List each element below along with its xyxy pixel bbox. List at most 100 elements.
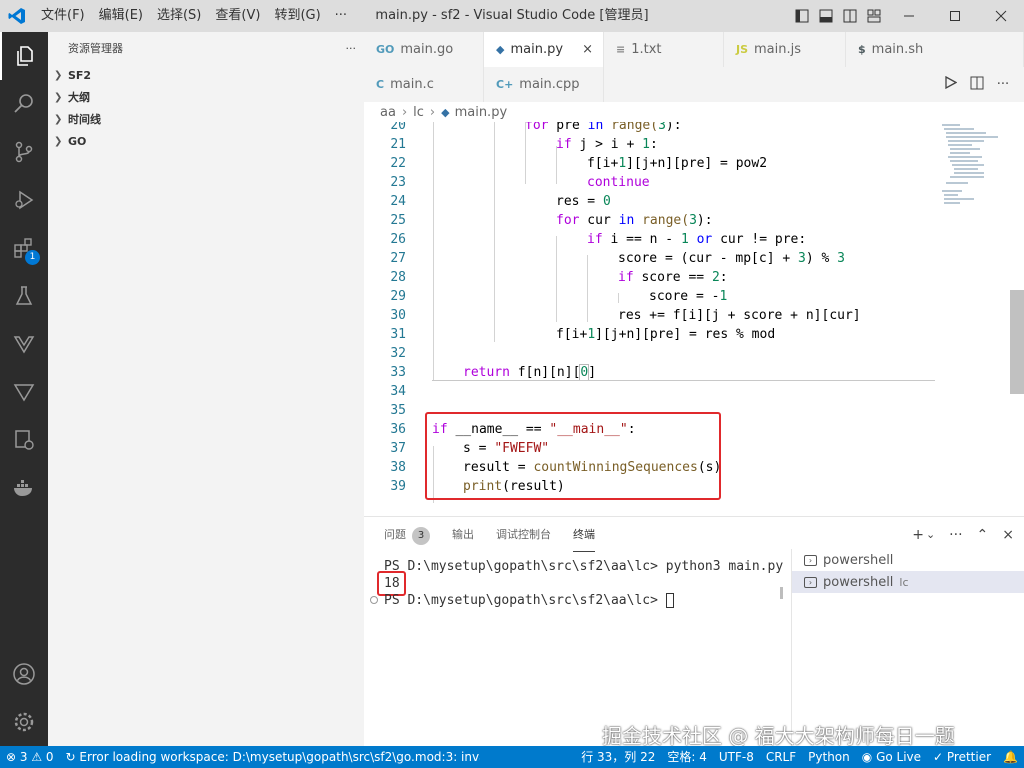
new-terminal-icon[interactable]: + xyxy=(912,527,924,543)
customize-layout-icon[interactable] xyxy=(862,0,886,32)
breadcrumb-folder-aa[interactable]: aa xyxy=(380,105,396,120)
terminal-item-powershell-1[interactable]: › powershell xyxy=(792,549,1024,571)
tab-main-go[interactable]: GO main.go xyxy=(364,32,484,67)
go-file-icon: GO xyxy=(376,43,395,56)
explorer-icon[interactable] xyxy=(0,32,48,80)
tab-main-py[interactable]: ◆ main.py × xyxy=(484,32,604,67)
command-decoration-icon xyxy=(370,596,378,604)
code-line-21: 21 if j > i + 1: xyxy=(390,137,658,152)
code-line-20: 20 for pre in range(3): xyxy=(390,122,682,133)
code-line-25: 25 for cur in range(3): xyxy=(390,213,713,228)
toggle-secondary-sidebar-icon[interactable] xyxy=(838,0,862,32)
extensions-icon[interactable]: 1 xyxy=(0,224,48,272)
maximize-panel-icon[interactable]: ⌃ xyxy=(977,527,989,543)
source-control-icon[interactable] xyxy=(0,128,48,176)
run-debug-icon[interactable] xyxy=(0,176,48,224)
vscode-logo-icon xyxy=(0,0,34,32)
sidebar-section-outline[interactable]: ❯ 大纲 xyxy=(48,86,364,108)
menu-selection[interactable]: 选择(S) xyxy=(150,0,208,32)
panel-more-icon[interactable]: ··· xyxy=(949,527,962,543)
tab-label: main.js xyxy=(754,42,802,57)
code-line-28: 28 if score == 2: xyxy=(390,270,728,285)
terminal-item-powershell-2[interactable]: › powershell lc xyxy=(792,571,1024,593)
settings-gear-icon[interactable] xyxy=(0,698,48,746)
testing-icon[interactable] xyxy=(0,272,48,320)
status-cursor-position[interactable]: 行 33，列 22 xyxy=(575,746,661,768)
run-file-icon[interactable] xyxy=(938,75,964,93)
tab-problems[interactable]: 问题 3 xyxy=(384,517,430,552)
terminal-line-prompt[interactable]: PS D:\mysetup\gopath\src\sf2\aa\lc> xyxy=(384,593,674,608)
code-line-29: 29 score = -1 xyxy=(390,289,728,304)
section-label: GO xyxy=(68,134,87,148)
code-line-32: 32 xyxy=(390,346,406,361)
status-prettier[interactable]: ✓ Prettier xyxy=(927,746,997,768)
breadcrumb-file[interactable]: main.py xyxy=(455,105,508,120)
menu-more[interactable]: ··· xyxy=(328,0,354,32)
sidebar-section-go[interactable]: ❯ GO xyxy=(48,130,364,152)
breadcrumb-folder-lc[interactable]: lc xyxy=(413,105,424,120)
chevron-right-icon: ❯ xyxy=(54,69,63,81)
code-line-27: 27 score = (cur - mp[c] + 3) % 3 xyxy=(390,251,845,266)
menu-go[interactable]: 转到(G) xyxy=(267,0,327,32)
terminal-dropdown-icon[interactable]: ⌄ xyxy=(926,528,935,541)
remote-explorer-icon[interactable] xyxy=(0,416,48,464)
tab-label: main.sh xyxy=(871,42,924,57)
minimize-button[interactable] xyxy=(886,0,932,32)
close-panel-icon[interactable]: × xyxy=(1002,527,1014,543)
notifications-bell-icon[interactable]: 🔔 xyxy=(997,746,1024,768)
tab-main-sh[interactable]: $ main.sh xyxy=(846,32,1024,67)
status-go-live[interactable]: ◉ Go Live xyxy=(856,746,927,768)
tab-main-cpp[interactable]: C+ main.cpp xyxy=(484,67,604,102)
tab-output[interactable]: 输出 xyxy=(452,517,474,552)
sidebar-more-icon[interactable]: ··· xyxy=(346,42,357,55)
c-file-icon: C xyxy=(376,78,385,91)
code-line-30: 30 res += f[i][j + score + n][cur] xyxy=(390,308,861,323)
code-line-26: 26 if i == n - 1 or cur != pre: xyxy=(390,232,807,247)
editor-tabs: GO main.go ◆ main.py × ≡ 1.txt JS main.js $ m… xyxy=(364,32,1024,102)
status-language[interactable]: Python xyxy=(802,746,856,768)
terminal-scrollbar[interactable] xyxy=(780,587,783,599)
triangle-extension-icon[interactable] xyxy=(0,368,48,416)
status-eol[interactable]: CRLF xyxy=(760,746,802,768)
tab-1-txt[interactable]: ≡ 1.txt xyxy=(604,32,724,67)
sticky-scope-line xyxy=(432,380,935,381)
menu-file[interactable]: 文件(F) xyxy=(34,0,92,32)
js-file-icon: JS xyxy=(736,43,749,56)
terminal-cursor xyxy=(665,593,674,608)
tab-label: main.py xyxy=(510,42,564,57)
chevron-right-icon: ❯ xyxy=(54,135,63,147)
sidebar-section-sf2[interactable]: ❯ SF2 xyxy=(48,64,364,86)
code-editor[interactable]: 20 for pre in range(3): 21 if j > i + 1: 2… xyxy=(364,122,1024,516)
split-editor-icon[interactable] xyxy=(964,76,990,94)
status-go-error[interactable]: ↻ Error loading workspace: D:\mysetup\go… xyxy=(60,746,480,768)
tab-main-c[interactable]: Cmain.c xyxy=(364,67,484,102)
maximize-button[interactable] xyxy=(932,0,978,32)
vue-icon[interactable] xyxy=(0,320,48,368)
search-icon[interactable] xyxy=(0,80,48,128)
toggle-panel-icon[interactable] xyxy=(814,0,838,32)
tab-terminal[interactable]: 终端 xyxy=(573,517,595,552)
menu-edit[interactable]: 编辑(E) xyxy=(92,0,150,32)
section-label: 大纲 xyxy=(68,91,90,104)
sidebar-header: 资源管理器 ··· xyxy=(48,32,364,64)
close-window-button[interactable] xyxy=(978,0,1024,32)
toggle-sidebar-icon[interactable] xyxy=(790,0,814,32)
editor-scrollbar[interactable] xyxy=(1010,290,1024,394)
menu-view[interactable]: 查看(V) xyxy=(208,0,267,32)
code-line-34: 34 xyxy=(390,384,406,399)
tab-main-js[interactable]: JS main.js xyxy=(724,32,846,67)
minimap[interactable] xyxy=(938,122,1010,212)
status-problems[interactable]: ⊗ 3 ⚠ 0 xyxy=(0,746,60,768)
python-file-icon: ◆ xyxy=(496,43,505,56)
section-label: 时间线 xyxy=(68,113,101,126)
docker-icon[interactable] xyxy=(0,464,48,512)
status-indentation[interactable]: 空格: 4 xyxy=(661,746,713,768)
account-icon[interactable] xyxy=(0,650,48,698)
chevron-right-icon: ❯ xyxy=(54,113,63,125)
tab-debug-console[interactable]: 调试控制台 xyxy=(496,517,551,552)
close-tab-icon[interactable]: × xyxy=(582,42,593,57)
status-encoding[interactable]: UTF-8 xyxy=(713,746,760,768)
more-actions-icon[interactable]: ··· xyxy=(990,77,1016,92)
sidebar-title: 资源管理器 xyxy=(68,42,123,55)
sidebar-section-timeline[interactable]: ❯ 时间线 xyxy=(48,108,364,130)
